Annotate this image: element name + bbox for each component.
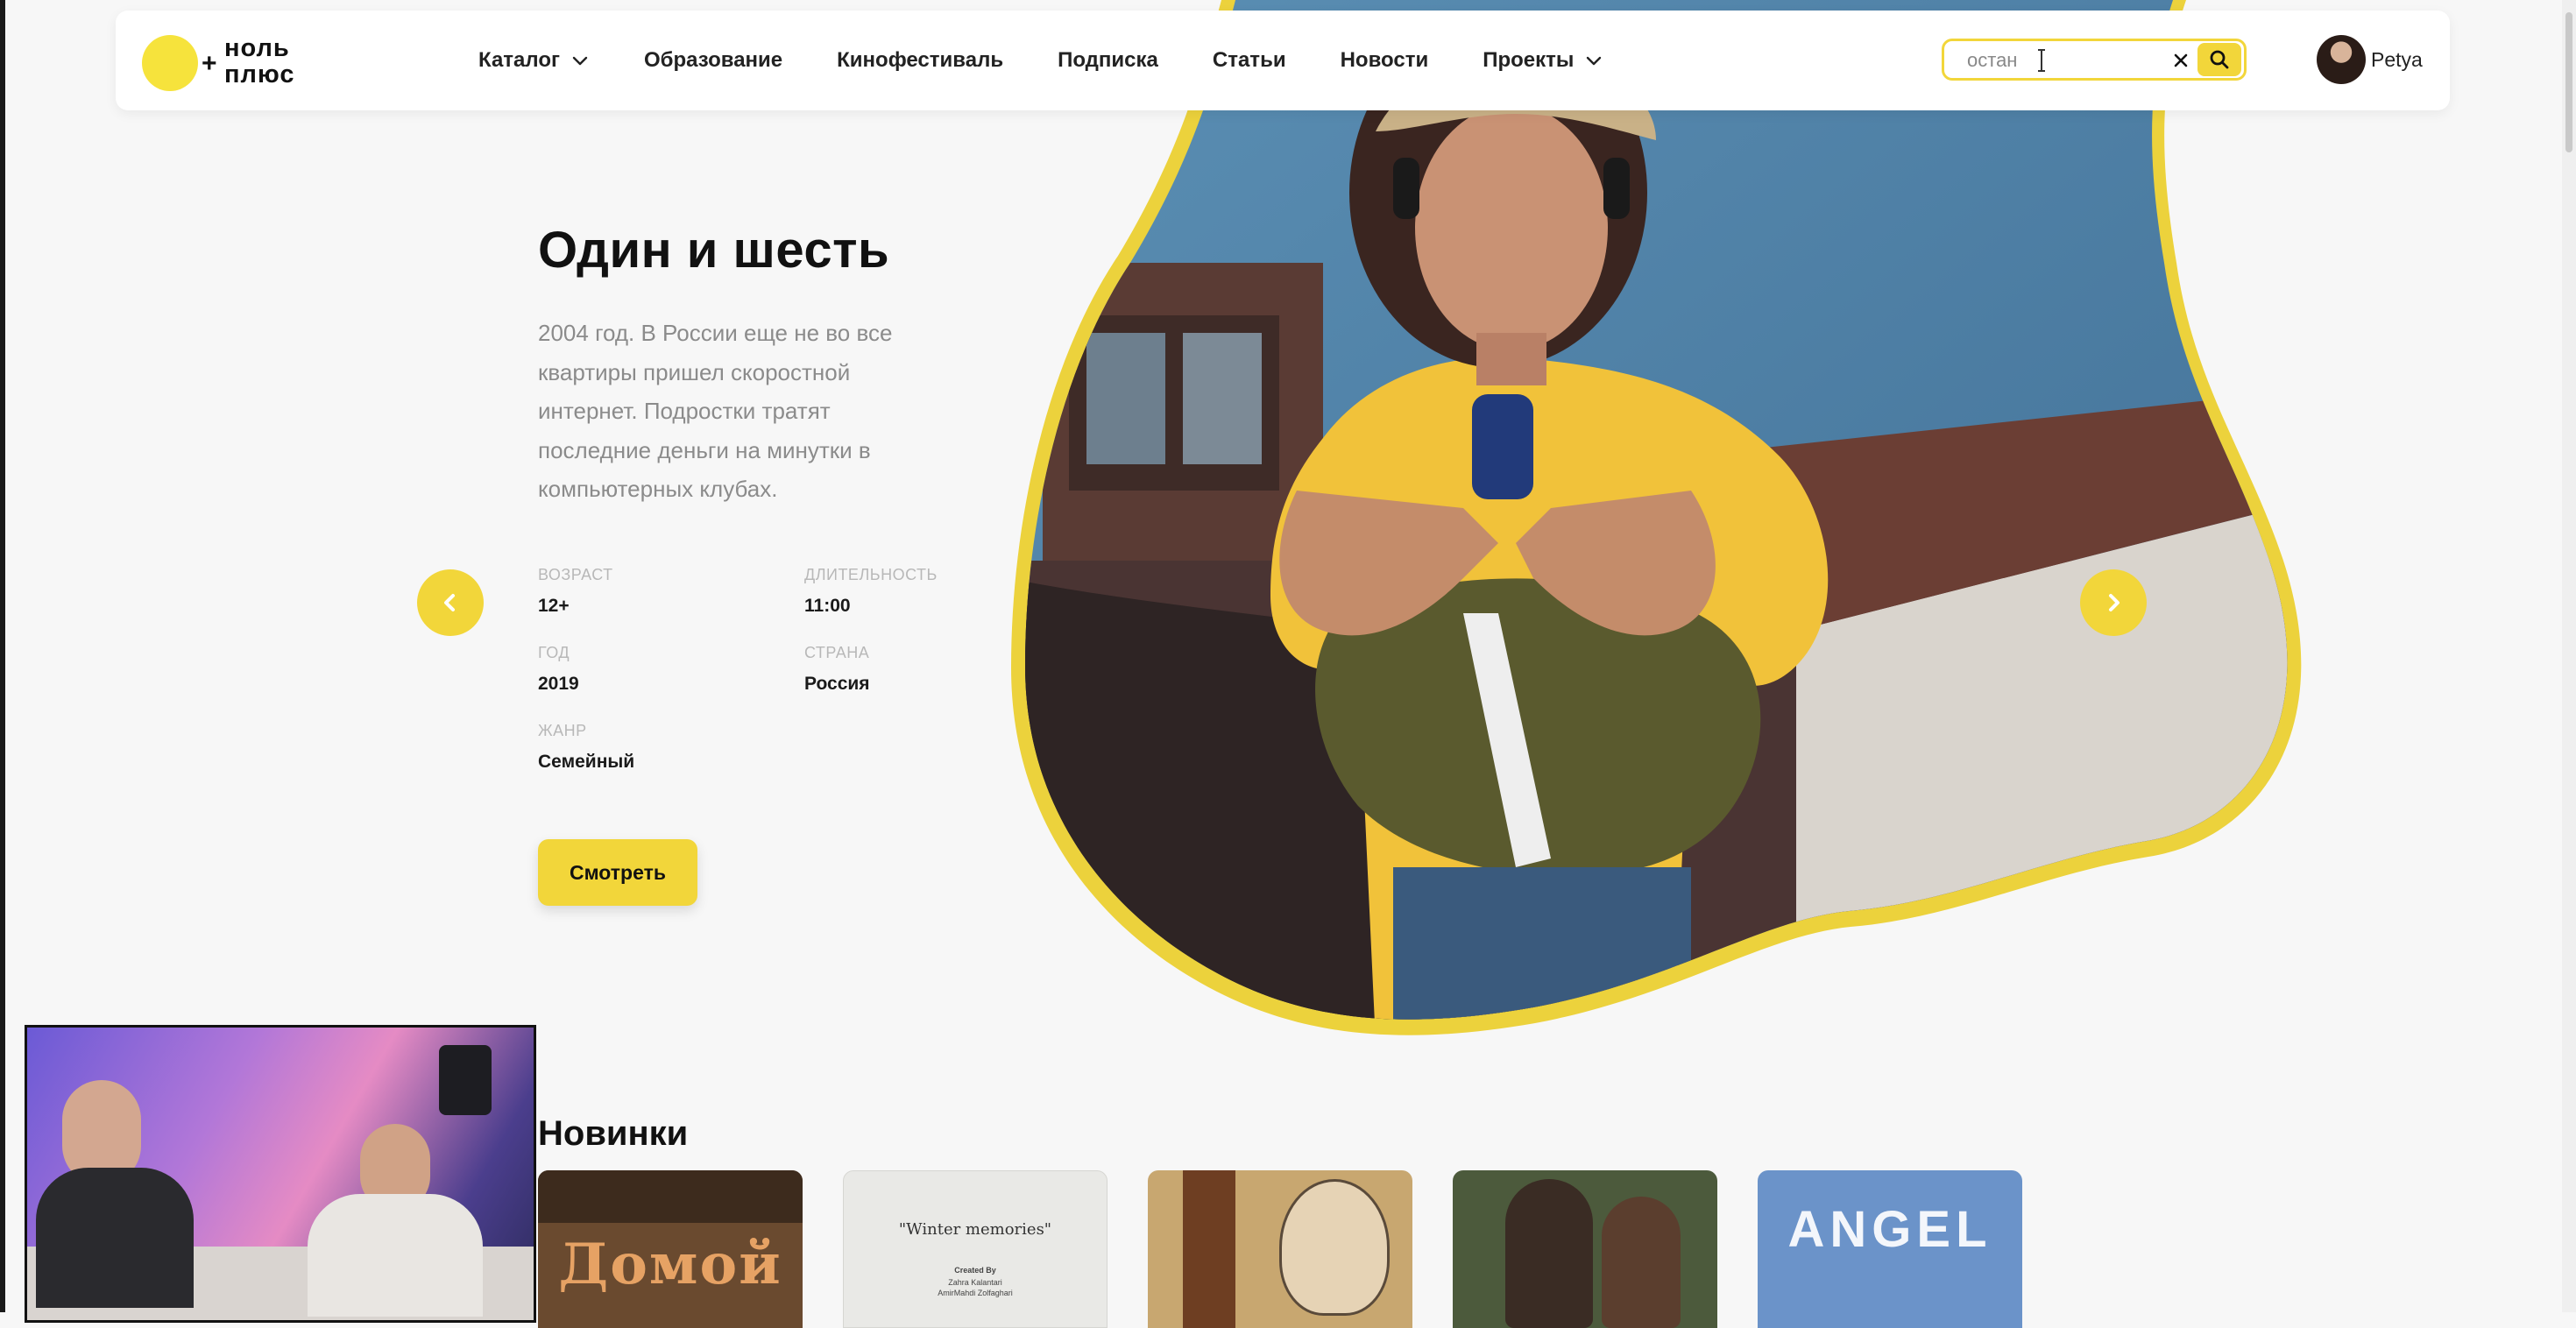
scrollbar-thumb[interactable]	[2565, 12, 2572, 152]
nav-item-projects[interactable]: Проекты	[1483, 48, 1603, 73]
card-art-credit: Created By	[954, 1266, 996, 1275]
search-submit-button[interactable]	[2197, 43, 2241, 76]
nav-item-news[interactable]: Новости	[1341, 48, 1429, 73]
close-icon	[2174, 53, 2188, 67]
hero-next-button[interactable]	[2080, 569, 2147, 636]
page-scrollbar[interactable]	[2562, 0, 2576, 1312]
search-box	[1942, 39, 2247, 81]
user-name: Petya	[2371, 47, 2423, 71]
card-art-shape	[1505, 1179, 1593, 1328]
nav-item-label: Каталог	[478, 48, 560, 72]
card-art-shape	[1183, 1170, 1235, 1328]
meta-country-value: Россия	[804, 674, 870, 694]
meta-duration-label: Длительность	[804, 566, 938, 583]
webcam-light-icon	[439, 1045, 492, 1115]
webcam-overlay	[25, 1025, 536, 1323]
nav-item-label: Подписка	[1058, 48, 1158, 72]
nav-item-film-festival[interactable]: Кинофестиваль	[837, 48, 1003, 73]
logo-circle-icon	[142, 35, 198, 91]
nav-item-label: Образование	[643, 48, 783, 72]
nav-item-catalog[interactable]: Каталог	[478, 48, 590, 73]
nav-item-label: Кинофестиваль	[837, 48, 1004, 72]
search-icon	[2210, 50, 2229, 69]
nav-item-education[interactable]: Образование	[644, 48, 782, 73]
card-art-title: Домой	[558, 1232, 782, 1297]
card-art-title: ANGEL	[1787, 1201, 1992, 1258]
webcam-person-body	[36, 1168, 194, 1308]
user-menu[interactable]: Petya	[2317, 35, 2423, 84]
nav-item-subscription[interactable]: Подписка	[1058, 48, 1158, 73]
meta-year-value: 2019	[538, 674, 579, 694]
logo-text-line2: плюс	[224, 60, 295, 88]
avatar	[2317, 35, 2366, 84]
search-clear-button[interactable]	[2167, 46, 2195, 74]
movie-card[interactable]: "Winter memories" Created By Zahra Kalan…	[843, 1170, 1108, 1328]
movie-card[interactable]: ANGEL	[1758, 1170, 2022, 1328]
main-nav: Каталог Образование Кинофестиваль Подпис…	[478, 11, 1658, 110]
nav-item-label: Статьи	[1212, 48, 1286, 72]
search-input[interactable]	[1967, 48, 2142, 73]
meta-genre-label: Жанр	[538, 722, 587, 739]
site-logo[interactable]: + ноль плюс	[142, 32, 335, 93]
chevron-down-icon	[572, 56, 588, 66]
card-art-shape	[1279, 1179, 1390, 1316]
meta-year-label: Год	[538, 644, 570, 661]
new-releases-title: Новинки	[538, 1114, 689, 1153]
movie-card[interactable]	[1148, 1170, 1412, 1328]
card-art-credit-name: Zahra Kalantari	[948, 1278, 1002, 1287]
meta-country-label: Страна	[804, 644, 870, 661]
meta-genre-value: Семейный	[538, 752, 635, 772]
card-art-title: "Winter memories"	[898, 1220, 1052, 1239]
meta-age-label: Возраст	[538, 566, 613, 583]
webcam-person-body	[308, 1194, 483, 1317]
logo-plus: +	[202, 49, 217, 78]
site-header: + ноль плюс Каталог Образование Кинофест…	[116, 11, 2450, 110]
card-art-shape	[1602, 1197, 1681, 1328]
movie-card[interactable]: Домой	[538, 1170, 803, 1328]
chevron-down-icon	[1587, 56, 1602, 66]
nav-item-articles[interactable]: Статьи	[1213, 48, 1286, 73]
chevron-left-icon	[444, 594, 455, 611]
nav-item-label: Новости	[1340, 48, 1429, 72]
meta-age-value: 12+	[538, 596, 570, 616]
movie-card[interactable]	[1453, 1170, 1717, 1328]
watch-button[interactable]: Смотреть	[538, 839, 697, 906]
hero-title: Один и шесть	[538, 222, 890, 279]
hero-description: 2004 год. В России еще не во все квартир…	[538, 320, 893, 502]
card-art-credit-name: AmirMahdi Zolfaghari	[938, 1289, 1013, 1297]
meta-duration-value: 11:00	[804, 596, 851, 616]
chevron-right-icon	[2109, 594, 2120, 611]
text-cursor-icon	[2038, 49, 2045, 72]
card-art-background	[538, 1170, 803, 1223]
logo-text-line1: ноль	[224, 34, 290, 62]
hero-prev-button[interactable]	[417, 569, 484, 636]
nav-item-label: Проекты	[1483, 48, 1575, 72]
page-edge	[0, 0, 5, 1312]
hero-image	[1011, 0, 2302, 1035]
